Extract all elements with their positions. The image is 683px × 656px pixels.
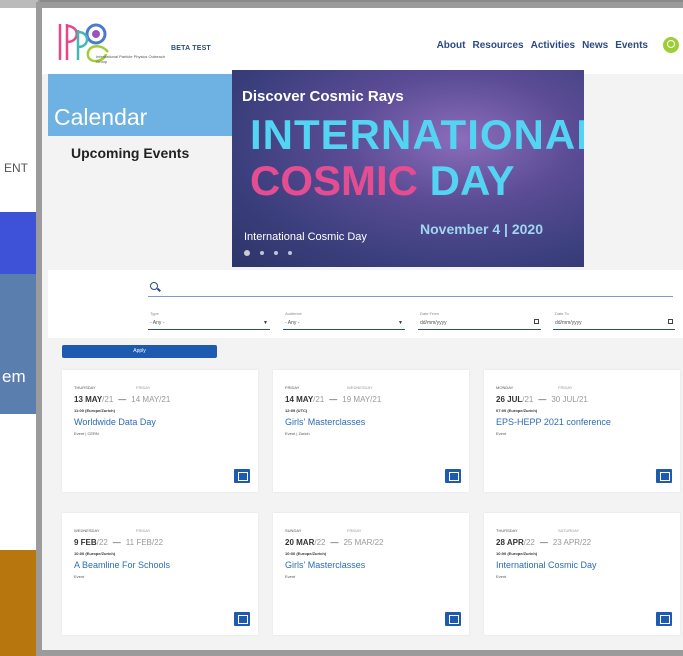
event-card[interactable]: SUNDAY FRIDAY 20 MAR/22—25 MAR/22 10:00 (… <box>273 513 469 635</box>
audience-value: - Any - <box>285 320 300 326</box>
banner-headline-1: INTERNATIONAL <box>250 111 584 158</box>
date-to-label: Date To <box>555 311 569 316</box>
event-title-link[interactable]: Girls' Masterclasses <box>285 417 365 427</box>
add-to-calendar-icon[interactable] <box>445 612 461 626</box>
search-icon[interactable] <box>663 37 679 53</box>
logo-subtitle: International Particle Physics Outreach … <box>96 54 165 64</box>
calendar-icon[interactable] <box>668 319 673 324</box>
banner-headline-2: COSMIC DAY <box>250 158 515 204</box>
event-meta: Event <box>74 574 85 579</box>
event-time: 10:00 (Europe/Zurich) <box>285 551 327 556</box>
banner-headline-cosmic: COSMIC <box>250 157 418 204</box>
event-meta: Event <box>496 574 507 579</box>
event-card[interactable]: FRIDAY WEDNESDAY 14 MAY/21—19 MAY/21 12:0… <box>273 370 469 492</box>
event-date-range: 13 MAY/21—14 MAY/21 <box>74 395 171 404</box>
date-to-field[interactable]: Date To dd/mm/yyyy <box>553 311 675 333</box>
event-title-link[interactable]: Girls' Masterclasses <box>285 560 365 570</box>
background-events-fragment: ENT <box>4 161 28 175</box>
background-blue-banner <box>0 212 38 274</box>
carousel-dot[interactable] <box>288 251 292 255</box>
event-date-range: 28 APR/22—23 APR/22 <box>496 538 592 547</box>
upcoming-events-heading: Upcoming Events <box>71 145 190 161</box>
search-input[interactable] <box>148 296 673 297</box>
date-from-placeholder: dd/mm/yyyy <box>420 320 447 326</box>
chevron-down-icon: ▼ <box>398 320 403 326</box>
nav-about[interactable]: About <box>437 40 466 51</box>
event-days: THURSDAY FRIDAY <box>74 385 151 390</box>
nav-activities[interactable]: Activities <box>531 40 575 51</box>
event-meta: Event | CERN <box>74 431 99 436</box>
event-title-link[interactable]: EPS-HEPP 2021 conference <box>496 417 611 427</box>
audience-label: Audience <box>285 311 302 316</box>
date-from-label: Date From <box>420 311 439 316</box>
type-value: - Any - <box>150 320 165 326</box>
carousel-dot[interactable] <box>244 250 250 256</box>
event-filters: Type - Any - ▼ Audience - Any - ▼ Date F… <box>48 270 683 338</box>
banner-caption: International Cosmic Day <box>244 231 367 243</box>
background-orange-image <box>0 550 38 656</box>
event-card[interactable]: THURSDAY FRIDAY 13 MAY/21—14 MAY/21 11:00… <box>62 370 258 492</box>
chevron-down-icon: ▼ <box>263 320 268 326</box>
audience-select[interactable]: Audience - Any - ▼ <box>283 311 405 333</box>
add-to-calendar-icon[interactable] <box>234 612 250 626</box>
event-time: 11:00 (Europe/Zurich) <box>74 408 115 413</box>
event-days: MONDAY FRIDAY <box>496 385 573 390</box>
event-meta: Event | Zurich <box>285 431 310 436</box>
carousel-dot[interactable] <box>274 251 278 255</box>
add-to-calendar-icon[interactable] <box>445 469 461 483</box>
event-days: SUNDAY FRIDAY <box>285 528 362 533</box>
event-card[interactable]: WEDNESDAY FRIDAY 9 FEB/22—11 FEB/22 10:00… <box>62 513 258 635</box>
nav-news[interactable]: News <box>582 40 608 51</box>
event-days: WEDNESDAY FRIDAY <box>74 528 151 533</box>
event-time: 10:00 (Europe/Zurich) <box>74 551 116 556</box>
banner-date: November 4 | 2020 <box>420 221 543 237</box>
event-days: FRIDAY WEDNESDAY <box>285 385 373 390</box>
event-time: 12:09 (UTC) <box>285 408 308 413</box>
event-time: 10:00 (Europe/Zurich) <box>496 551 538 556</box>
date-from-field[interactable]: Date From dd/mm/yyyy <box>418 311 541 333</box>
event-days: THURSDAY SATURDAY <box>496 528 580 533</box>
banner-headline-day: DAY <box>429 157 515 204</box>
event-meta: Event <box>285 574 296 579</box>
event-card[interactable]: MONDAY FRIDAY 26 JUL/21—30 JUL/21 07:00 (… <box>484 370 680 492</box>
apply-button[interactable]: Apply <box>62 345 217 358</box>
beta-test-label: BETA TEST <box>171 45 211 52</box>
event-title-link[interactable]: Worldwide Data Day <box>74 417 156 427</box>
event-meta: Event <box>496 431 507 436</box>
event-card[interactable]: THURSDAY SATURDAY 28 APR/22—23 APR/22 10:… <box>484 513 680 635</box>
calendar-icon[interactable] <box>534 319 539 324</box>
banner-kicker: Discover Cosmic Rays <box>242 88 404 105</box>
add-to-calendar-icon[interactable] <box>656 612 672 626</box>
event-date-range: 26 JUL/21—30 JUL/21 <box>496 395 588 404</box>
background-window-topbar <box>0 0 38 8</box>
main-window: International Particle Physics Outreach … <box>36 2 683 656</box>
type-select[interactable]: Type - Any - ▼ <box>148 311 270 333</box>
event-title-link[interactable]: International Cosmic Day <box>496 560 597 570</box>
event-date-range: 14 MAY/21—19 MAY/21 <box>285 395 382 404</box>
event-title-link[interactable]: A Beamline For Schools <box>74 560 170 570</box>
search-icon <box>150 282 158 290</box>
background-text-fragment: em <box>2 367 26 386</box>
date-to-placeholder: dd/mm/yyyy <box>555 320 582 326</box>
event-date-range: 9 FEB/22—11 FEB/22 <box>74 538 164 547</box>
page-title: Calendar <box>54 104 148 130</box>
type-label: Type <box>150 311 159 316</box>
carousel-dots[interactable] <box>244 250 302 256</box>
background-photo <box>0 274 38 656</box>
main-nav: About Resources Activities News Events <box>437 37 683 53</box>
event-date-range: 20 MAR/22—25 MAR/22 <box>285 538 384 547</box>
add-to-calendar-icon[interactable] <box>234 469 250 483</box>
add-to-calendar-icon[interactable] <box>656 469 672 483</box>
background-window: ENT em <box>0 0 40 656</box>
event-time: 07:00 (Europe/Zurich) <box>496 408 538 413</box>
nav-events[interactable]: Events <box>615 40 648 51</box>
hero-banner[interactable]: Discover Cosmic Rays INTERNATIONAL COSMI… <box>232 70 584 267</box>
carousel-dot[interactable] <box>260 251 264 255</box>
nav-resources[interactable]: Resources <box>472 40 523 51</box>
site-header: International Particle Physics Outreach … <box>42 8 683 74</box>
